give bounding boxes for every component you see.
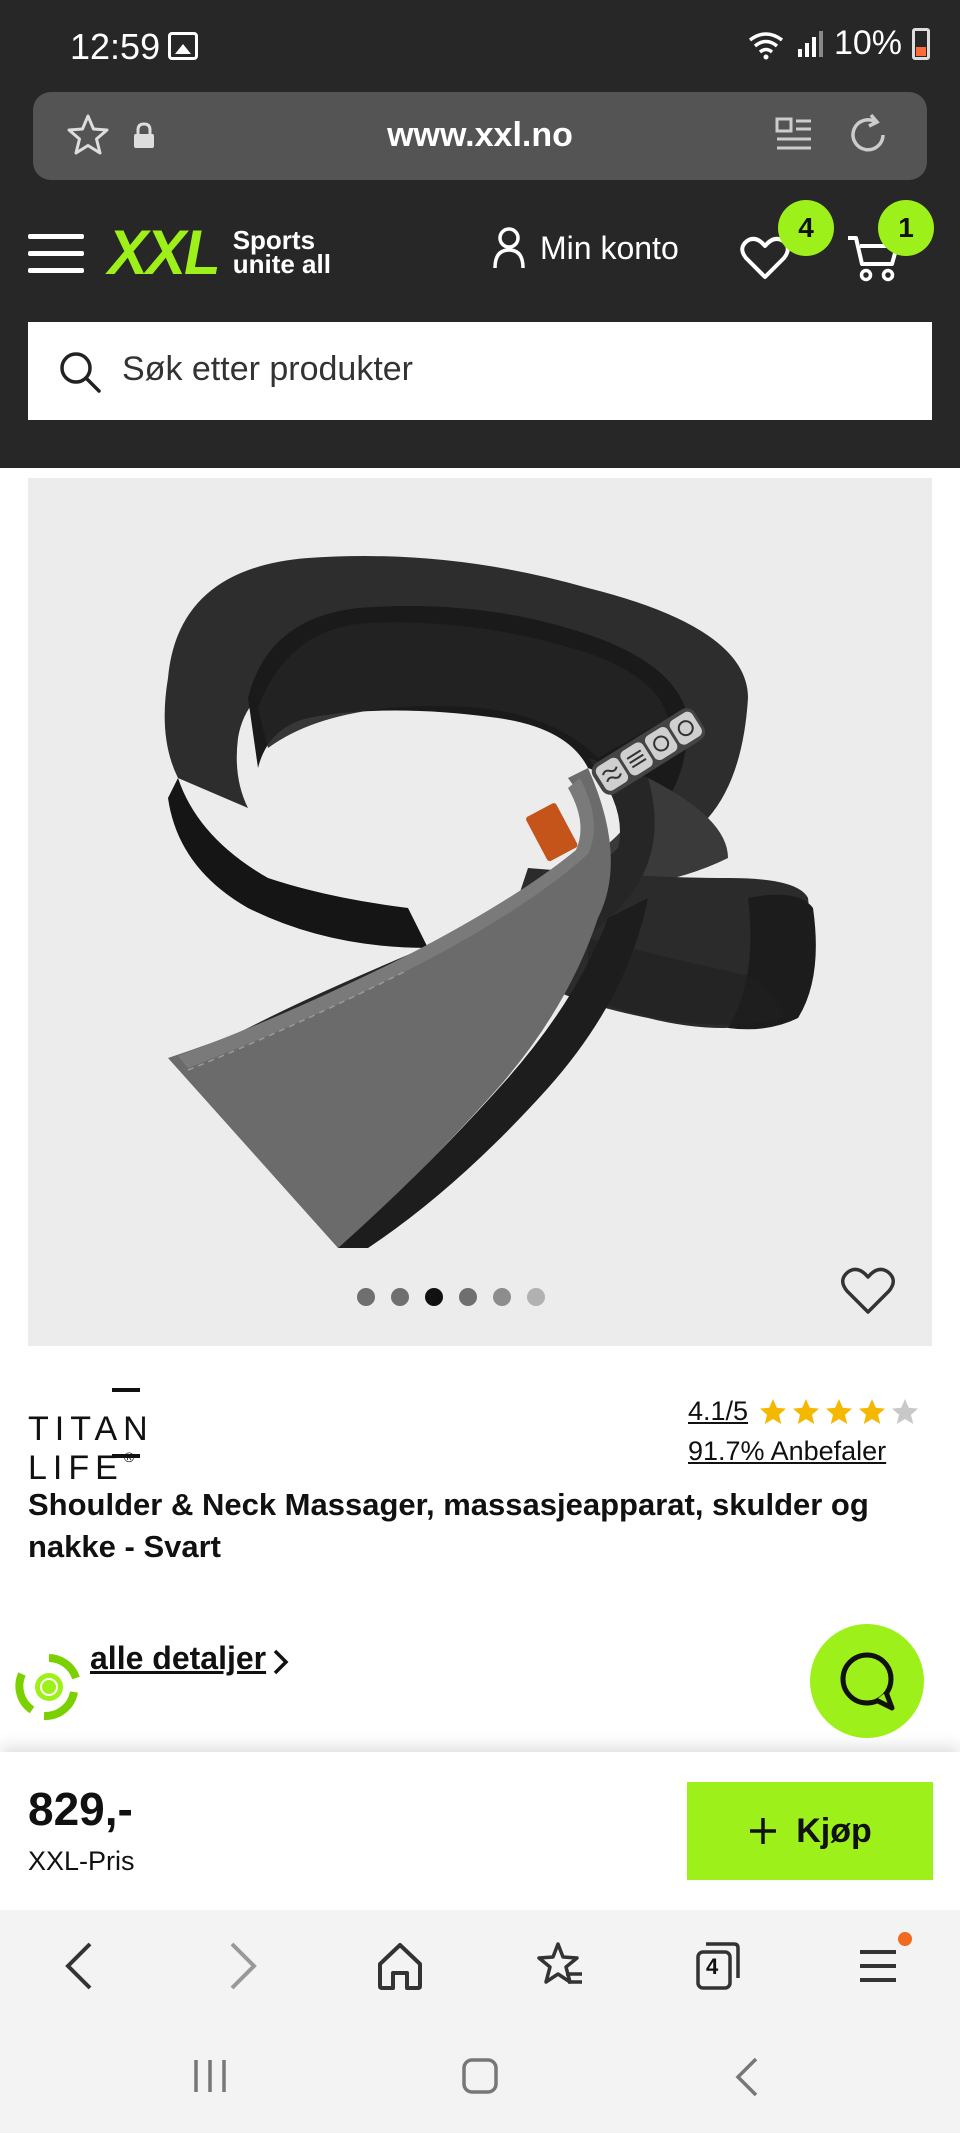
search-icon — [60, 352, 101, 393]
recent-apps-icon[interactable] — [190, 2056, 230, 2096]
buy-button-label: Kjøp — [796, 1811, 872, 1850]
status-time: 12:59 — [70, 26, 161, 67]
signal-icon — [797, 30, 823, 57]
product-title: Shoulder & Neck Massager, massasjeappara… — [28, 1487, 869, 1564]
system-navigation-bar — [0, 2020, 960, 2133]
account-label: Min konto — [540, 229, 679, 266]
gallery-dot[interactable] — [459, 1288, 477, 1306]
notification-dot — [898, 1932, 912, 1946]
address-bar[interactable]: www.xxl.no — [33, 92, 927, 180]
account-link[interactable]: Min konto — [492, 226, 679, 270]
wishlist-button[interactable]: 4 — [740, 200, 834, 285]
menu-hamburger-icon[interactable] — [28, 234, 84, 274]
browser-menu-button[interactable] — [856, 1932, 912, 1995]
tabs-count: 4 — [706, 1954, 719, 1979]
image-notification-icon — [168, 32, 198, 60]
system-home-icon[interactable] — [460, 2056, 500, 2096]
wifi-icon — [748, 31, 783, 59]
home-icon[interactable] — [376, 1940, 424, 1992]
site-header: XXL Sports unite all Min konto 4 1 Søk e… — [0, 192, 960, 468]
star-filled-icon — [760, 1398, 787, 1424]
gallery-dot[interactable] — [493, 1288, 511, 1306]
reload-icon[interactable] — [845, 112, 891, 158]
rating-stars — [758, 1397, 920, 1427]
gallery-dot[interactable] — [391, 1288, 409, 1306]
add-to-wishlist-button[interactable] — [840, 1266, 896, 1321]
reader-mode-icon[interactable] — [775, 116, 813, 154]
plus-icon — [750, 1818, 777, 1844]
wishlist-count-badge: 4 — [778, 200, 834, 256]
brand-name: TITAN LIFE® — [28, 1410, 154, 1487]
all-details-link[interactable]: alle detaljer — [90, 1640, 266, 1677]
heart-outline-icon — [841, 1267, 895, 1314]
price-label: XXL-Pris — [28, 1846, 135, 1876]
user-icon — [493, 227, 525, 269]
star-filled-icon — [793, 1398, 820, 1424]
gallery-pagination — [0, 1288, 932, 1306]
sustainability-badge-icon[interactable] — [14, 1652, 84, 1727]
price: 829,- — [28, 1783, 133, 1835]
recommend-percent-link[interactable]: 91.7% Anbefaler — [688, 1436, 886, 1467]
chevron-right-icon — [273, 1649, 289, 1675]
search-input[interactable]: Søk etter produkter — [28, 322, 932, 420]
logo-tagline: Sports unite all — [232, 225, 331, 279]
gallery-dot-active[interactable] — [425, 1288, 443, 1306]
sticky-buy-bar: 829,- XXL-Pris Kjøp — [0, 1752, 960, 1910]
star-filled-icon — [859, 1398, 886, 1424]
gallery-dot[interactable] — [357, 1288, 375, 1306]
gallery-dot[interactable] — [527, 1288, 545, 1306]
forward-icon[interactable] — [222, 1940, 262, 1992]
battery-icon — [912, 27, 930, 60]
rating-value: 4.1/5 — [688, 1396, 749, 1426]
system-back-icon[interactable] — [732, 2056, 762, 2098]
bookmarks-icon[interactable] — [534, 1940, 586, 1992]
buy-button[interactable]: Kjøp — [687, 1782, 933, 1880]
menu-icon — [860, 1950, 896, 1982]
search-placeholder: Søk etter produkter — [122, 350, 414, 388]
browser-bottom-nav: 4 — [0, 1910, 960, 2020]
brand-logo[interactable]: TITAN LIFE® — [28, 1388, 238, 1487]
star-empty-icon — [892, 1398, 919, 1424]
cart-button[interactable]: 1 — [846, 200, 934, 287]
product-image-gallery[interactable] — [28, 478, 932, 1346]
tabs-button[interactable]: 4 — [694, 1940, 742, 1997]
product-image — [164, 556, 816, 1248]
chat-icon — [840, 1652, 895, 1711]
rating-summary[interactable]: 4.1/5 — [688, 1396, 920, 1427]
back-icon[interactable] — [60, 1940, 100, 1992]
cart-count-badge: 1 — [878, 200, 934, 256]
browser-toolbar: www.xxl.no — [0, 92, 960, 192]
star-filled-icon — [826, 1398, 853, 1424]
chat-button[interactable] — [810, 1624, 924, 1738]
logo-wordmark: XXL — [108, 216, 221, 288]
xxl-logo[interactable]: XXL Sports unite all — [108, 217, 331, 287]
status-bar: 12:59 10% — [0, 0, 960, 92]
battery-percent: 10% — [833, 24, 902, 62]
